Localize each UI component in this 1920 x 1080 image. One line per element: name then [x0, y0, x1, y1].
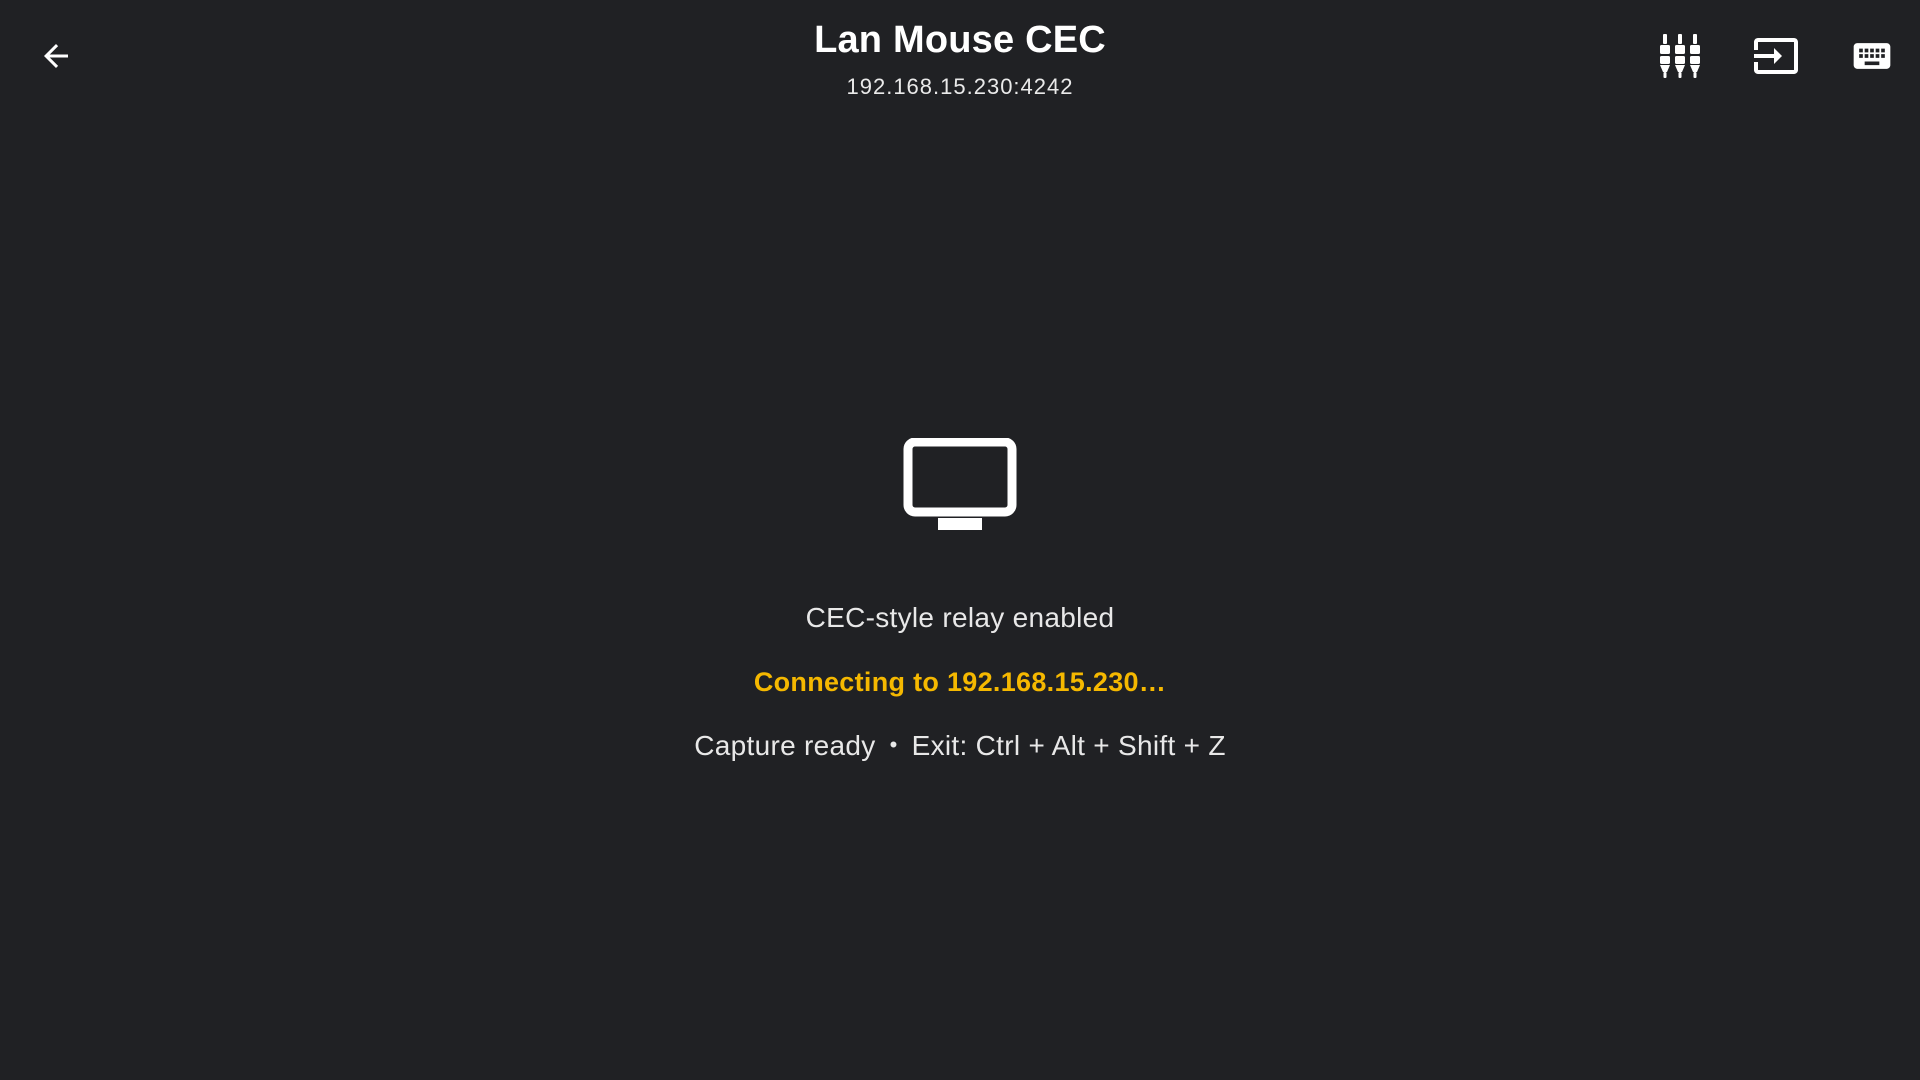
- keyboard-button[interactable]: [1840, 24, 1904, 88]
- equalizer-icon: [1660, 34, 1700, 78]
- arrow-left-icon: [44, 44, 68, 68]
- app-window: Lan Mouse CEC 192.168.15.230:4242 CEC-st…: [0, 0, 1920, 1080]
- capture-hint: Capture ready • Exit: Ctrl + Alt + Shift +…: [0, 728, 1920, 766]
- page-title: Lan Mouse CEC: [814, 19, 1106, 61]
- connection-status: Connecting to 192.168.15.230…: [753, 667, 1167, 697]
- keyboard-icon: [1853, 43, 1891, 69]
- separator-dot: •: [889, 732, 898, 757]
- relay-status: CEC-style relay enabled: [805, 602, 1115, 633]
- top-app-bar: Lan Mouse CEC 192.168.15.230:4242: [0, 0, 1920, 112]
- input-button[interactable]: [1744, 24, 1808, 88]
- tv-icon: [903, 438, 1017, 530]
- host-address: 192.168.15.230:4242: [846, 74, 1074, 99]
- exit-shortcut-hint: Exit: Ctrl + Alt + Shift + Z: [911, 730, 1226, 761]
- back-button[interactable]: [24, 24, 88, 88]
- equalizer-button[interactable]: [1648, 24, 1712, 88]
- capture-status: Capture ready: [694, 730, 876, 761]
- input-icon: [1754, 38, 1798, 74]
